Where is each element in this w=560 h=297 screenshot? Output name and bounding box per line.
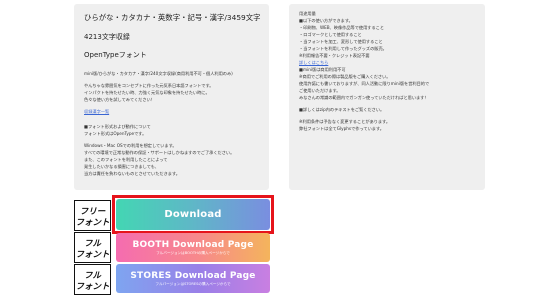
terms-line: ■詳しくはzip内のテキストをご覧ください。 — [299, 107, 385, 112]
format-note-line: すべての環境で正常な動作の保証・サポートはしかねますのでご了承ください。 — [84, 149, 235, 155]
full-font-logo: フル フォント — [74, 232, 111, 263]
description-line: インパクトを持たせたい時、力強く元気な印象を持たせたい時に。 — [84, 89, 210, 95]
booth-download-button[interactable]: BOOTH Download Page フルバージョンはBOOTHの購入ページか… — [116, 233, 270, 262]
full-font-logo-icon: フル フォント — [76, 271, 109, 292]
terms-details-link[interactable]: 詳しくはこちら — [299, 59, 475, 66]
mini-version-note: mini版/ひらがな・カタカナ・漢字/240文字収録(商用利用不可・個人利用のみ… — [84, 70, 233, 76]
terms-line: みなさんの常識の範囲内でガンガン使っていただければと思います！ — [299, 95, 429, 100]
free-font-logo: フリー フォント — [74, 200, 111, 231]
terms-line: ※利用条件は予告なく変更することがあります。 — [299, 119, 391, 124]
logo-text-line2: フォント — [76, 218, 109, 228]
character-set-heading: ひらがな・カタカナ・英数字・記号・漢字/3459文字 — [84, 13, 261, 22]
terms-line: ※商用でご利用の際は製品版をご購入ください。 — [299, 74, 391, 79]
stores-button-label: STORES Download Page — [130, 270, 256, 281]
logo-text-line2: フォント — [76, 282, 109, 292]
download-button-label: Download — [164, 209, 222, 220]
terms-line: ご使用いただけます。 — [299, 88, 341, 93]
character-count-heading: 4213文字収録 — [84, 32, 130, 41]
terms-line: 用途用量 — [299, 11, 316, 16]
terms-line: ・印刷物、WEB、映像作品等で使用すること — [299, 25, 385, 30]
booth-button-label: BOOTH Download Page — [132, 239, 254, 250]
format-note-line: ■フォント形式および動作について — [84, 123, 151, 129]
terms-line: ※利用報告不要・クレジット表記不要 — [299, 53, 370, 58]
format-note-line: フォント形式はOpenTypeです。 — [84, 130, 147, 136]
format-note-line: Windows・Mac OSでの利用を想定しています。 — [84, 142, 177, 148]
full-font-logo: フル フォント — [74, 264, 111, 295]
stores-button-sublabel: フルバージョンはSTORESの購入ページからで — [155, 281, 231, 286]
terms-line: ・当フォントを利用して作ったグッズの販売。 — [299, 46, 387, 51]
free-font-logo-icon: フリー フォント — [76, 207, 109, 228]
terms-line: 弊社フォントは全てGlyphsで作っています。 — [299, 126, 384, 131]
format-note-line: 当方は責任を負わないものとさせていただきます。 — [84, 170, 180, 176]
logo-text-line2: フォント — [76, 250, 109, 260]
terms-line: ■以下の使い方ができます。 — [299, 18, 353, 23]
terms-line: ・ロゴマークとして使用すること — [299, 32, 362, 37]
stores-download-button[interactable]: STORES Download Page フルバージョンはSTORESの購入ペー… — [116, 264, 270, 293]
terms-line: 使用許諾にも書いておりますが、同人活動に限りmini版を営利目的で — [299, 81, 430, 86]
terms-line: ■mini版は商用利用不可 — [299, 67, 346, 72]
kanji-list-link[interactable]: 収録漢字一覧 — [84, 108, 259, 115]
full-font-logo-icon: フル フォント — [76, 239, 109, 260]
format-note-line: 発生したいかなる損害につきましても、 — [84, 163, 159, 169]
logo-text-line1: フル — [84, 271, 102, 281]
format-note-line: また、このフォントを利用したことによって — [84, 156, 168, 162]
font-format-heading: OpenTypeフォント — [84, 51, 147, 60]
usage-terms-panel: 用途用量 ■以下の使い方ができます。 ・印刷物、WEB、映像作品等で使用すること… — [289, 4, 485, 190]
description-line: 色々な使い方を試してみてください！ — [84, 96, 155, 102]
terms-line: ・当フォントを加工、変形して使用すること — [299, 39, 383, 44]
download-button[interactable]: Download — [116, 199, 270, 230]
description-line: やんちゃな雰囲気をコンセプトに作った元気系日本語フォントです。 — [84, 82, 214, 88]
logo-text-line1: フル — [84, 239, 102, 249]
font-info-panel: ひらがな・カタカナ・英数字・記号・漢字/3459文字 4213文字収録 Open… — [74, 4, 269, 190]
logo-text-line1: フリー — [80, 207, 106, 217]
booth-button-sublabel: フルバージョンはBOOTHの購入ページからで — [156, 250, 230, 255]
